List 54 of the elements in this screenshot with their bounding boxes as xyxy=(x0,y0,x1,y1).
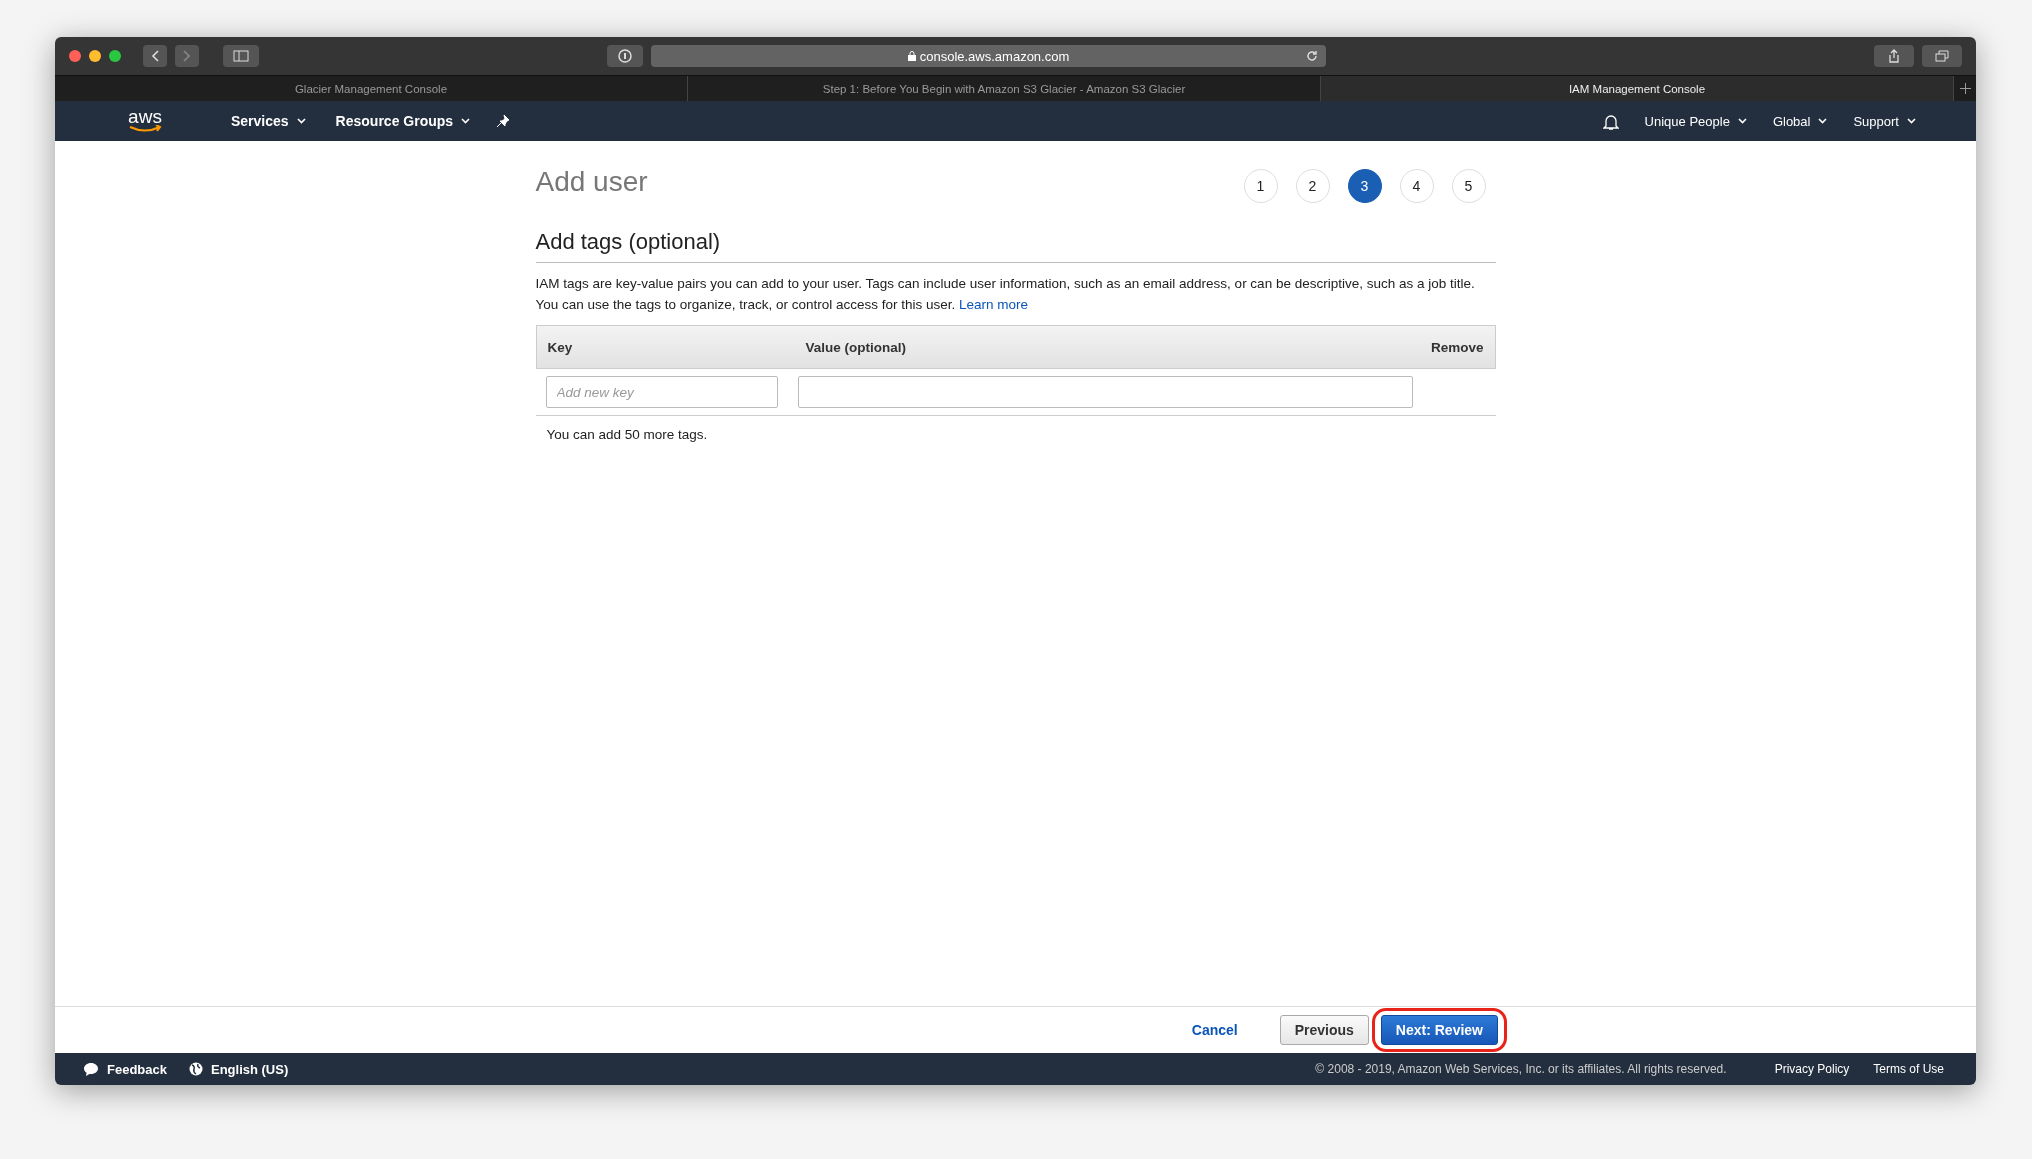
speech-bubble-icon[interactable] xyxy=(83,1061,99,1077)
language-link[interactable]: English (US) xyxy=(211,1061,289,1077)
share-icon xyxy=(1888,49,1900,63)
nav-menu[interactable]: Services xyxy=(231,113,306,129)
lock-icon xyxy=(907,51,916,61)
column-header: Remove xyxy=(1430,339,1484,355)
feedback-link[interactable]: Feedback xyxy=(107,1061,167,1077)
caret-icon xyxy=(1737,118,1747,124)
tag-limit-text: You can add 50 more tags. xyxy=(546,427,709,442)
value-field[interactable] xyxy=(797,376,1413,408)
caret-icon xyxy=(296,118,306,124)
key-field[interactable]: Add new key xyxy=(545,376,778,408)
back-icon xyxy=(151,50,159,62)
action-button[interactable]: Next: Review xyxy=(1380,1015,1498,1045)
forward-icon xyxy=(183,50,191,62)
column-header: Key xyxy=(547,339,574,355)
globe-icon[interactable] xyxy=(189,1062,203,1076)
pin-icon[interactable] xyxy=(496,114,511,128)
step-indicator[interactable]: 3 xyxy=(1347,169,1382,203)
page-title: Add user xyxy=(535,166,648,198)
description: IAM tags are key-value pairs you can add to your user. Tags can include user information, such as an email address, or can be descriptive, such as a job title. You can use the tags to organize, track, or control access for this user. Learn more xyxy=(535,275,1476,314)
section-title: Add tags (optional) xyxy=(535,229,1496,263)
back-button[interactable] xyxy=(143,45,167,67)
tabs-button[interactable] xyxy=(1922,45,1962,67)
address-bar[interactable]: console.aws.amazon.com xyxy=(651,45,1326,67)
nav-menu[interactable]: Global xyxy=(1772,113,1828,129)
reload-icon[interactable] xyxy=(1306,50,1318,62)
browser-tab[interactable]: IAM Management Console xyxy=(1321,76,1954,101)
tabs-icon xyxy=(1935,50,1949,62)
bell-icon[interactable] xyxy=(1602,112,1619,130)
close-icon[interactable] xyxy=(69,50,81,62)
sidebar-icon xyxy=(233,50,249,62)
minimize-icon[interactable] xyxy=(89,50,101,62)
sidebar-button[interactable] xyxy=(223,45,259,67)
password-button[interactable] xyxy=(607,45,643,67)
circle-icon xyxy=(618,49,632,63)
aws-logo[interactable]: aws xyxy=(115,109,175,133)
plus-icon[interactable] xyxy=(1959,83,1971,94)
column-header: Value (optional) xyxy=(805,339,907,355)
caret-icon xyxy=(461,118,471,124)
nav-menu[interactable]: Unique People xyxy=(1644,113,1747,129)
caret-icon xyxy=(1818,118,1828,124)
share-button[interactable] xyxy=(1874,45,1914,67)
caret-icon xyxy=(1907,118,1916,124)
footer-link[interactable]: Privacy Policy xyxy=(1774,1062,1850,1076)
cancel-link[interactable]: Cancel xyxy=(1177,1015,1252,1045)
zoom-icon[interactable] xyxy=(109,50,121,62)
url-text: console.aws.amazon.com xyxy=(919,48,1070,64)
nav-menu[interactable]: Resource Groups xyxy=(335,113,471,129)
learn-more-link[interactable]: Learn more xyxy=(959,297,1029,312)
action-button[interactable]: Previous xyxy=(1279,1015,1369,1045)
copyright-text: © 2008 - 2019, Amazon Web Services, Inc. or its affiliates. All rights reserved. xyxy=(1315,1062,1727,1076)
footer-link[interactable]: Terms of Use xyxy=(1873,1062,1944,1076)
nav-menu[interactable]: Support xyxy=(1853,113,1916,129)
